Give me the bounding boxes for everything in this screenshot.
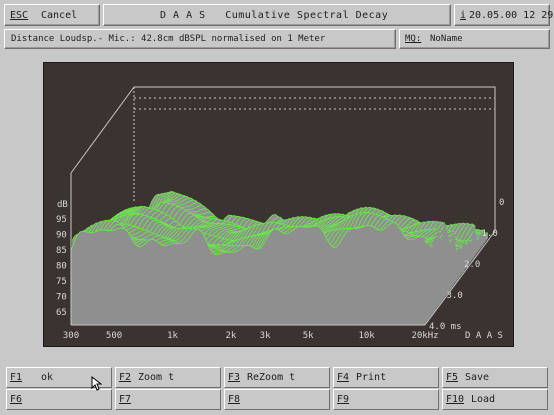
- y-tick-label: 85: [56, 246, 67, 256]
- x-tick-label: 300: [63, 331, 79, 341]
- f6-key: F6: [10, 394, 23, 405]
- y-tick-label: 90: [56, 231, 67, 241]
- waterfall-svg: dB 95 90 85 80 75 70 65 300 500 1k 2k 3k 5k 10k 20kHz D …: [56, 86, 504, 341]
- y-tick-label: 80: [56, 262, 67, 272]
- f6-button[interactable]: F6: [6, 389, 112, 410]
- window-title: D A A S Cumulative Spectral Decay: [160, 10, 389, 21]
- f4-key: F4: [337, 372, 350, 383]
- waterfall-plot: dB 95 90 85 80 75 70 65 300 500 1k 2k 3k 5k 10k 20kHz D …: [43, 62, 514, 347]
- f5-key: F5: [446, 372, 459, 383]
- x-tick-label: 500: [106, 331, 122, 341]
- z-tick-label: 4.0 ms: [429, 322, 462, 332]
- x-tick-label: 5k: [303, 331, 314, 341]
- f1-key: F1: [10, 372, 23, 383]
- f8-key: F8: [228, 394, 241, 405]
- f5-label: Save: [465, 372, 490, 383]
- f3-rezoom-button[interactable]: F3 ReZoom t: [224, 367, 330, 388]
- z-tick-label: 0: [499, 198, 504, 208]
- f4-print-button[interactable]: F4 Print: [333, 367, 439, 388]
- brand-label: D A A S: [465, 331, 503, 341]
- f10-load-button[interactable]: F10 Load: [442, 389, 548, 410]
- measurement-key: MQ:: [405, 34, 422, 44]
- measurement-name-field[interactable]: MQ: NoName: [399, 29, 550, 49]
- cancel-button[interactable]: ESC Cancel: [4, 4, 100, 26]
- esc-key-label: ESC: [10, 10, 29, 21]
- y-tick-label: 70: [56, 293, 67, 303]
- y-tick-label: 95: [56, 215, 67, 225]
- f9-key: F9: [337, 394, 350, 405]
- y-unit-label: dB: [57, 200, 68, 210]
- z-tick-label: 2.0: [464, 260, 480, 270]
- f2-key: F2: [119, 372, 132, 383]
- f8-button[interactable]: F8: [224, 389, 330, 410]
- z-tick-label: 3.0: [447, 291, 463, 301]
- x-tick-label: 10k: [358, 331, 375, 341]
- f1-label: ok: [29, 372, 54, 383]
- datetime: 20.05.00 12 29: [469, 10, 554, 21]
- cancel-label: Cancel: [41, 10, 78, 21]
- info-icon: i: [460, 10, 467, 21]
- clock-panel: i 20.05.00 12 29: [454, 4, 554, 26]
- x-tick-label: 20kHz: [411, 331, 438, 341]
- f7-button[interactable]: F7: [115, 389, 221, 410]
- measurement-info-text: Distance Loudsp.- Mic.: 42.8cm dBSPL nor…: [11, 34, 326, 44]
- z-tick-label: 1.0: [482, 229, 498, 239]
- y-tick-label: 65: [56, 308, 67, 318]
- f10-key: F10: [446, 394, 465, 405]
- f3-label: ReZoom t: [247, 372, 296, 383]
- x-tick-label: 3k: [260, 331, 271, 341]
- f7-key: F7: [119, 394, 132, 405]
- f9-button[interactable]: F9: [333, 389, 439, 410]
- f5-save-button[interactable]: F5 Save: [442, 367, 548, 388]
- f2-zoom-button[interactable]: F2 Zoom t: [115, 367, 221, 388]
- f3-key: F3: [228, 372, 241, 383]
- f4-label: Print: [356, 372, 387, 383]
- y-tick-label: 75: [56, 277, 67, 287]
- x-tick-label: 1k: [167, 331, 178, 341]
- f2-label: Zoom t: [138, 372, 175, 383]
- measurement-name: NoName: [430, 34, 463, 44]
- decay-traces: [70, 190, 488, 325]
- measurement-info-bar: Distance Loudsp.- Mic.: 42.8cm dBSPL nor…: [4, 29, 396, 49]
- window-title-bar: D A A S Cumulative Spectral Decay: [103, 4, 451, 26]
- x-tick-label: 2k: [225, 331, 236, 341]
- mouse-cursor-icon: [91, 376, 103, 391]
- f10-label: Load: [471, 394, 496, 405]
